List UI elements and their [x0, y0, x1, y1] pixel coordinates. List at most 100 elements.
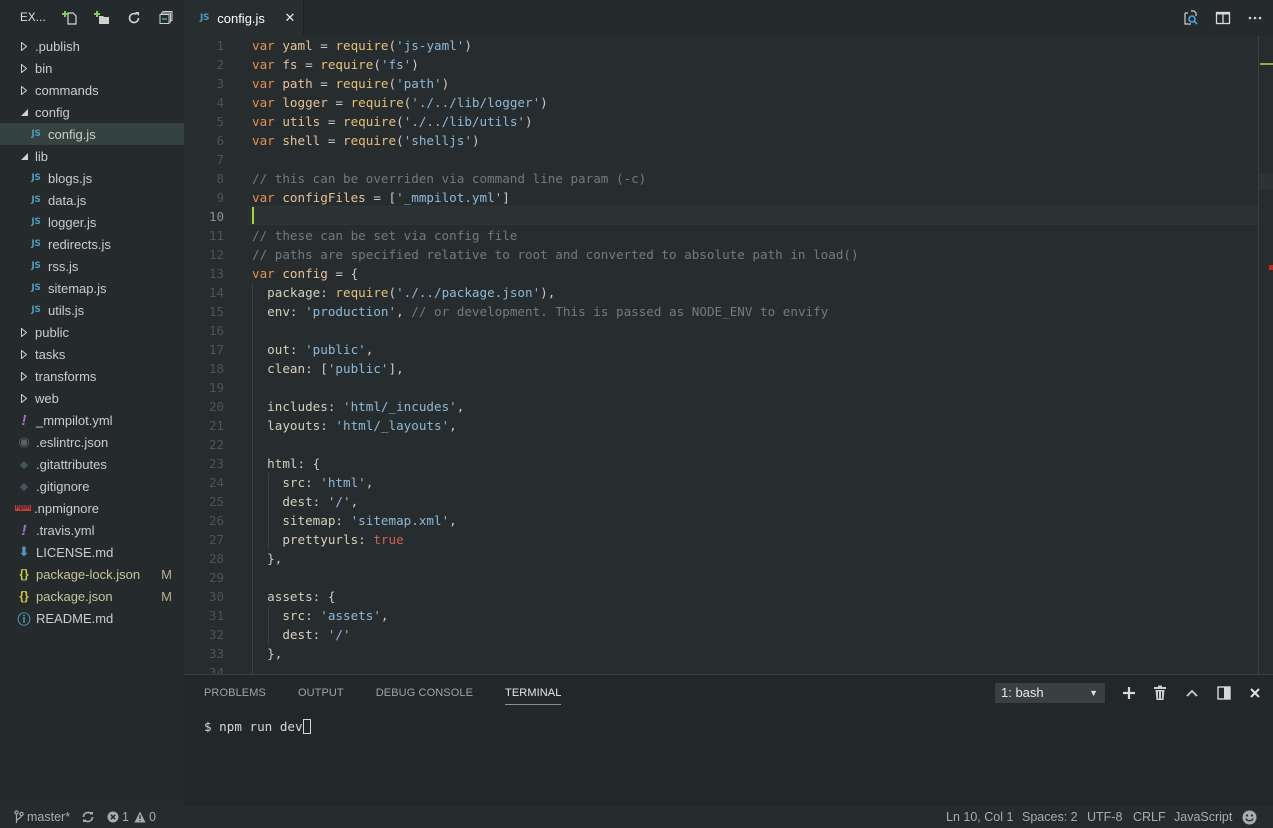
code-token: src	[252, 608, 306, 623]
terminal-instance-select[interactable]: 1: bash ▼	[995, 683, 1105, 703]
code-token: var	[252, 190, 283, 205]
new-folder-button[interactable]	[86, 0, 118, 36]
tree-folder[interactable]: commands	[0, 79, 184, 101]
tree-file[interactable]: {} package.json M	[0, 585, 184, 607]
tree-file[interactable]: {} package-lock.json M	[0, 563, 184, 585]
code-token: var	[252, 38, 283, 53]
line-number: 8	[216, 171, 224, 186]
indentation-status[interactable]: Spaces: 2	[1022, 806, 1078, 828]
code-token: // or development. This is passed as NOD…	[411, 304, 829, 319]
tree-file[interactable]: JS sitemap.js	[0, 277, 184, 299]
code-token: (	[388, 76, 397, 91]
language-mode-status[interactable]: JavaScript	[1174, 806, 1232, 828]
toggle-panel-position-button[interactable]	[1214, 683, 1234, 703]
code-token: (	[388, 38, 397, 53]
git-branch-status[interactable]: master*	[14, 806, 70, 828]
code-token: 'public'	[305, 342, 366, 357]
tree-item-label: data.js	[48, 192, 87, 208]
tab-problems[interactable]: PROBLEMS	[204, 675, 266, 711]
code-token: :	[305, 475, 321, 490]
collapse-all-button[interactable]	[150, 0, 182, 36]
sync-button[interactable]	[81, 806, 95, 828]
code-token: config	[282, 266, 328, 281]
code-line: var yaml = require('js-yaml')	[252, 36, 859, 55]
code-token: ,	[365, 342, 374, 357]
line-number: 21	[208, 418, 224, 433]
open-changes-button[interactable]	[1181, 8, 1201, 28]
close-panel-button[interactable]	[1245, 683, 1265, 703]
new-file-button[interactable]	[54, 0, 86, 36]
tab-terminal[interactable]: TERMINAL	[505, 675, 562, 711]
open-changes-icon	[1184, 10, 1198, 25]
code-token: :	[289, 342, 306, 357]
line-number: 16	[208, 323, 224, 338]
tree-folder[interactable]: public	[0, 321, 184, 343]
tree-file[interactable]: ⓘ README.md	[0, 607, 184, 629]
code-token: '/'	[327, 494, 351, 509]
tree-file[interactable]: ! .travis.yml	[0, 519, 184, 541]
kill-terminal-button[interactable]	[1150, 683, 1170, 703]
terminal-output[interactable]: $ npm run dev	[204, 719, 311, 734]
tab-config-js[interactable]: JS config.js ✕	[184, 0, 304, 36]
code-editor[interactable]: 1 2 3 4 5 6 7 8 9 10 11 12 13 14 15 16 17 18 19 20 21 22 23 24 2…	[184, 36, 1273, 674]
overview-ruler-scrollbar[interactable]	[1258, 36, 1273, 674]
language-text: JavaScript	[1174, 810, 1233, 824]
tree-item-label: web	[35, 390, 59, 406]
cursor-position-status[interactable]: Ln 10, Col 1	[946, 806, 1013, 828]
tree-folder[interactable]: transforms	[0, 365, 184, 387]
line-number: 22	[208, 437, 224, 452]
javascript-file-icon: JS	[31, 195, 41, 205]
code-token: ,	[456, 399, 465, 414]
refresh-icon	[128, 12, 140, 24]
more-actions-button[interactable]	[1245, 8, 1265, 28]
tree-folder[interactable]: bin	[0, 57, 184, 79]
tree-item-label: lib	[35, 148, 49, 164]
code-token: :	[320, 285, 336, 300]
tab-debug-console[interactable]: DEBUG CONSOLE	[376, 675, 473, 711]
line-number: 32	[208, 627, 224, 642]
split-editor-button[interactable]	[1213, 8, 1233, 28]
tree-file[interactable]: JS rss.js	[0, 255, 184, 277]
code-token: yaml	[282, 38, 313, 53]
tree-file[interactable]: ⬇ LICENSE.md	[0, 541, 184, 563]
code-token: 'assets'	[320, 608, 381, 623]
refresh-button[interactable]	[118, 0, 150, 36]
tree-file[interactable]: JS blogs.js	[0, 167, 184, 189]
code-token: ]	[502, 190, 510, 205]
tree-file[interactable]: JS utils.js	[0, 299, 184, 321]
eslint-file-icon: ◉	[18, 434, 30, 449]
line-number: 24	[208, 475, 224, 490]
tree-file[interactable]: JS data.js	[0, 189, 184, 211]
tree-file[interactable]: npm .npmignore	[0, 497, 184, 519]
tree-file[interactable]: JS redirects.js	[0, 233, 184, 255]
code-line: var shell = require('shelljs')	[252, 131, 859, 150]
panel-tabs: PROBLEMS OUTPUT DEBUG CONSOLE TERMINAL	[204, 675, 593, 711]
code-token: )	[411, 57, 419, 72]
tree-folder[interactable]: config	[0, 101, 184, 123]
line-number: 7	[216, 152, 224, 167]
tree-folder[interactable]: lib	[0, 145, 184, 167]
code-line: src: 'html',	[252, 473, 859, 492]
tree-file[interactable]: JS config.js	[0, 123, 184, 145]
tab-close-button[interactable]: ✕	[283, 11, 297, 25]
problems-status[interactable]: 1 0	[107, 806, 156, 828]
maximize-panel-button[interactable]	[1182, 683, 1202, 703]
tree-file[interactable]: ◆ .gitignore	[0, 475, 184, 497]
line-ending-status[interactable]: CRLF	[1133, 806, 1166, 828]
tree-folder[interactable]: .publish	[0, 35, 184, 57]
smiley-icon	[1242, 810, 1257, 824]
tree-item-label: .travis.yml	[36, 522, 95, 538]
text-cursor	[252, 207, 254, 224]
tab-output[interactable]: OUTPUT	[298, 675, 344, 711]
tree-file[interactable]: JS logger.js	[0, 211, 184, 233]
tree-file[interactable]: ◆ .gitattributes	[0, 453, 184, 475]
tree-file[interactable]: ! _mmpilot.yml	[0, 409, 184, 431]
code-line: package: require('./../package.json'),	[252, 283, 859, 302]
new-terminal-button[interactable]	[1119, 683, 1139, 703]
tree-file[interactable]: ◉ .eslintrc.json	[0, 431, 184, 453]
feedback-button[interactable]	[1242, 806, 1257, 828]
tree-folder[interactable]: tasks	[0, 343, 184, 365]
encoding-status[interactable]: UTF-8	[1087, 806, 1122, 828]
tree-folder[interactable]: web	[0, 387, 184, 409]
javascript-file-icon: JS	[31, 305, 41, 315]
